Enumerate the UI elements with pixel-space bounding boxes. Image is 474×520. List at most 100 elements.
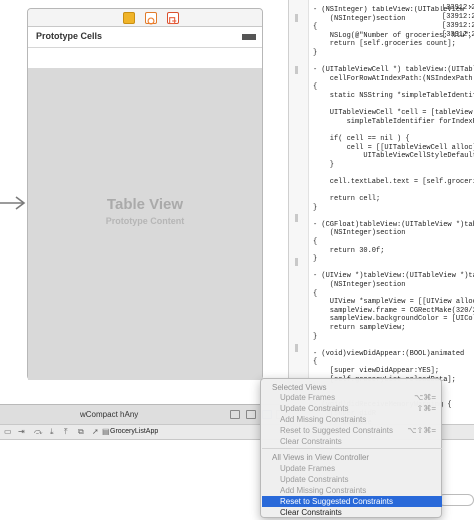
code-line[interactable]: [super viewDidAppear:YES]; [313,367,474,376]
view-controller-icon[interactable] [123,12,135,24]
pin-button[interactable] [246,410,256,419]
menu-item-label: Update Constraints [280,404,349,413]
code-line[interactable] [313,101,474,110]
code-line[interactable] [313,212,474,221]
code-line[interactable]: return cell; [313,195,474,204]
menu-item-add-missing-constraints[interactable]: Add Missing Constraints [262,485,442,496]
view-hierarchy-icon[interactable]: ⧉ [78,427,84,437]
code-line[interactable]: } [313,255,474,264]
code-line[interactable]: } [313,49,474,58]
menu-item-clear-constraints[interactable]: Clear Constraints [262,436,442,447]
align-button[interactable] [230,410,240,419]
code-line[interactable]: } [313,204,474,213]
first-responder-icon[interactable] [145,12,157,25]
code-line[interactable]: } [313,161,474,170]
code-line[interactable]: if( cell == nil ) { [313,135,474,144]
code-line[interactable]: return sampleView; [313,324,474,333]
code-line[interactable]: - (UIView *)tableView:(UITableView *)tab… [313,272,474,281]
code-line[interactable]: UIView *sampleView = [[UIView alloc] i [313,298,474,307]
width-class: Compact [85,410,118,419]
code-line[interactable]: } [313,333,474,342]
menu-item-label: Add Missing Constraints [280,415,367,424]
step-into-icon[interactable]: ⤓ [50,427,54,437]
code-line[interactable]: simpleTableIdentifier forIndexPath [313,118,474,127]
code-line[interactable]: sampleView.frame = CGRectMake(320/2, 5 [313,307,474,316]
code-line[interactable]: static NSString *simpleTableIdentifier [313,92,474,101]
menu-item-label: Clear Constraints [280,437,342,446]
selected-views-header: Selected Views [272,383,327,392]
code-line[interactable]: cell.textLabel.text = [self.groceries [313,178,474,187]
code-line[interactable]: cellForRowAtIndexPath:(NSIndexPath *) [313,75,474,84]
code-line[interactable]: UITableViewCell *cell = [tableView deq [313,109,474,118]
code-line[interactable]: (NSInteger)section [313,281,474,290]
code-line[interactable]: return 30.0f; [313,247,474,256]
location-icon[interactable]: ➚ [92,427,99,436]
code-line[interactable] [313,186,474,195]
console-line: [33912:2 [442,4,474,12]
menu-item-label: Update Frames [280,464,336,473]
table-view-title: Table View [106,196,184,213]
code-line[interactable] [313,341,474,350]
scene-dock [28,9,262,27]
hide-debug-area-icon[interactable]: ▭ [4,427,12,436]
menu-item-update-frames[interactable]: Update Frames ⌥⌘= [262,392,442,403]
console-filter-field[interactable] [438,494,474,506]
prototype-cells-label: Prototype Cells [36,31,103,41]
code-line[interactable] [313,126,474,135]
menu-item-reset-to-suggested-constraints[interactable]: Reset to Suggested Constraints [262,496,442,507]
variables-view[interactable] [0,440,260,520]
console-output[interactable]: [33912:2 [33912:2 [33912:2 [33912:2 [442,4,474,40]
code-line[interactable]: (NSInteger)section [313,229,474,238]
menu-item-label: Update Constraints [280,475,349,484]
step-out-icon[interactable]: ⤒ [64,427,68,437]
battery-icon [242,34,256,40]
console-line: [33912:2 [442,31,474,39]
menu-item-label: Reset to Suggested Constraints [280,426,393,435]
exit-icon[interactable] [167,12,179,25]
table-view-controller-scene[interactable]: Prototype Cells Table View Prototype Con… [27,8,263,380]
menu-item-label: Add Missing Constraints [280,486,367,495]
code-line[interactable]: - (CGFloat)tableView:(UITableView *)tabl… [313,221,474,230]
code-line[interactable] [313,58,474,67]
menu-item-reset-to-suggested-constraints[interactable]: Reset to Suggested Constraints ⌥⇧⌘= [262,425,442,436]
code-line[interactable]: { [313,238,474,247]
code-line[interactable]: { [313,83,474,92]
code-line[interactable]: { [313,358,474,367]
code-line[interactable] [313,169,474,178]
code-line[interactable]: return [self.groceries count]; [313,40,474,49]
menu-item-clear-constraints[interactable]: Clear Constraints [262,507,442,518]
step-over-icon[interactable]: ⤼ [34,427,43,437]
menu-item-label: Reset to Suggested Constraints [280,497,393,506]
app-target-icon: ▤ [102,427,110,436]
menu-item-label: Clear Constraints [280,508,342,517]
code-line[interactable]: - (void)viewDidAppear:(BOOL)animated [313,350,474,359]
storyboard-canvas[interactable]: Prototype Cells Table View Prototype Con… [0,0,288,404]
size-class-bar: wCompact hAny [0,404,288,424]
menu-item-update-constraints[interactable]: Update Constraints ⇧⌘= [262,403,442,414]
code-text[interactable]: - (NSInteger) tableView:(UITableView *) … [313,6,474,427]
menu-item-update-constraints[interactable]: Update Constraints [262,474,442,485]
code-line[interactable] [313,264,474,273]
menu-item-update-frames[interactable]: Update Frames [262,463,442,474]
menu-item-label: Update Frames [280,393,336,402]
all-views-header: All Views in View Controller [272,453,370,462]
code-line[interactable]: - (UITableViewCell *) tableView:(UITable… [313,66,474,75]
console-line: [33912:2 [442,22,474,30]
code-line[interactable]: sampleView.backgroundColor = [UIColor [313,315,474,324]
menu-item-shortcut: ⌥⇧⌘= [407,426,436,435]
initial-view-controller-arrow-icon [0,196,26,210]
prototype-cells-header: Prototype Cells [28,28,262,48]
table-view[interactable]: Table View Prototype Content [28,68,262,380]
code-line[interactable]: { [313,290,474,299]
app-name-label[interactable]: GroceryListApp [110,428,158,435]
code-line[interactable]: cell = [[UITableViewCell alloc] in [313,144,474,153]
menu-separator [262,448,442,449]
editor-gutter[interactable] [289,0,309,404]
height-class: Any [124,410,139,419]
code-line[interactable]: UITableViewCellStyleDefault re [313,152,474,161]
breakpoints-icon[interactable]: ⇥ [18,427,25,436]
menu-item-shortcut: ⌥⌘= [414,393,436,402]
code-editor[interactable]: - (NSInteger) tableView:(UITableView *) … [288,0,474,427]
size-class-button[interactable]: wCompact hAny [80,410,138,419]
menu-item-add-missing-constraints[interactable]: Add Missing Constraints [262,414,442,425]
